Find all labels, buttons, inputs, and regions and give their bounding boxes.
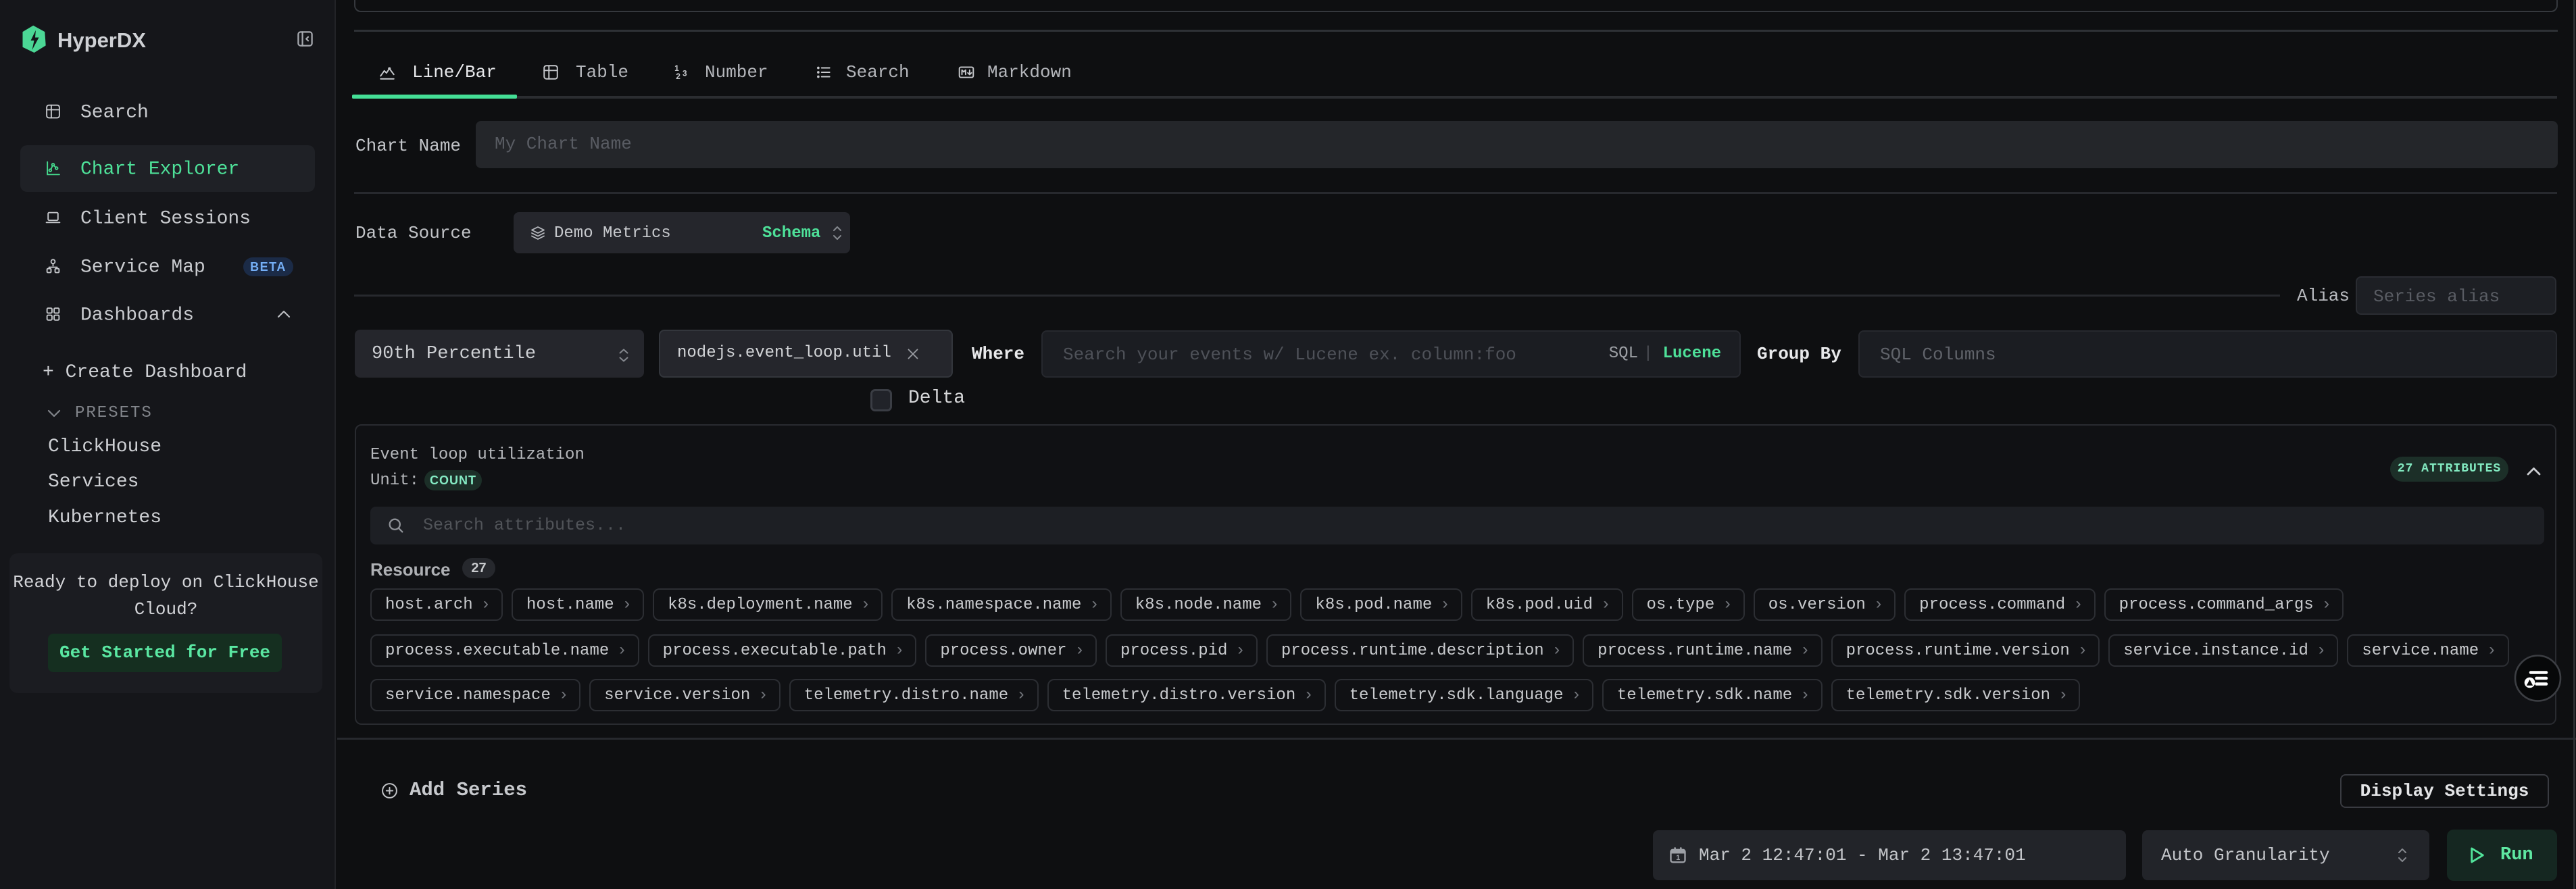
svg-text:3: 3 xyxy=(683,68,687,78)
svg-text:2: 2 xyxy=(676,72,680,81)
svg-text:1: 1 xyxy=(1676,854,1680,862)
